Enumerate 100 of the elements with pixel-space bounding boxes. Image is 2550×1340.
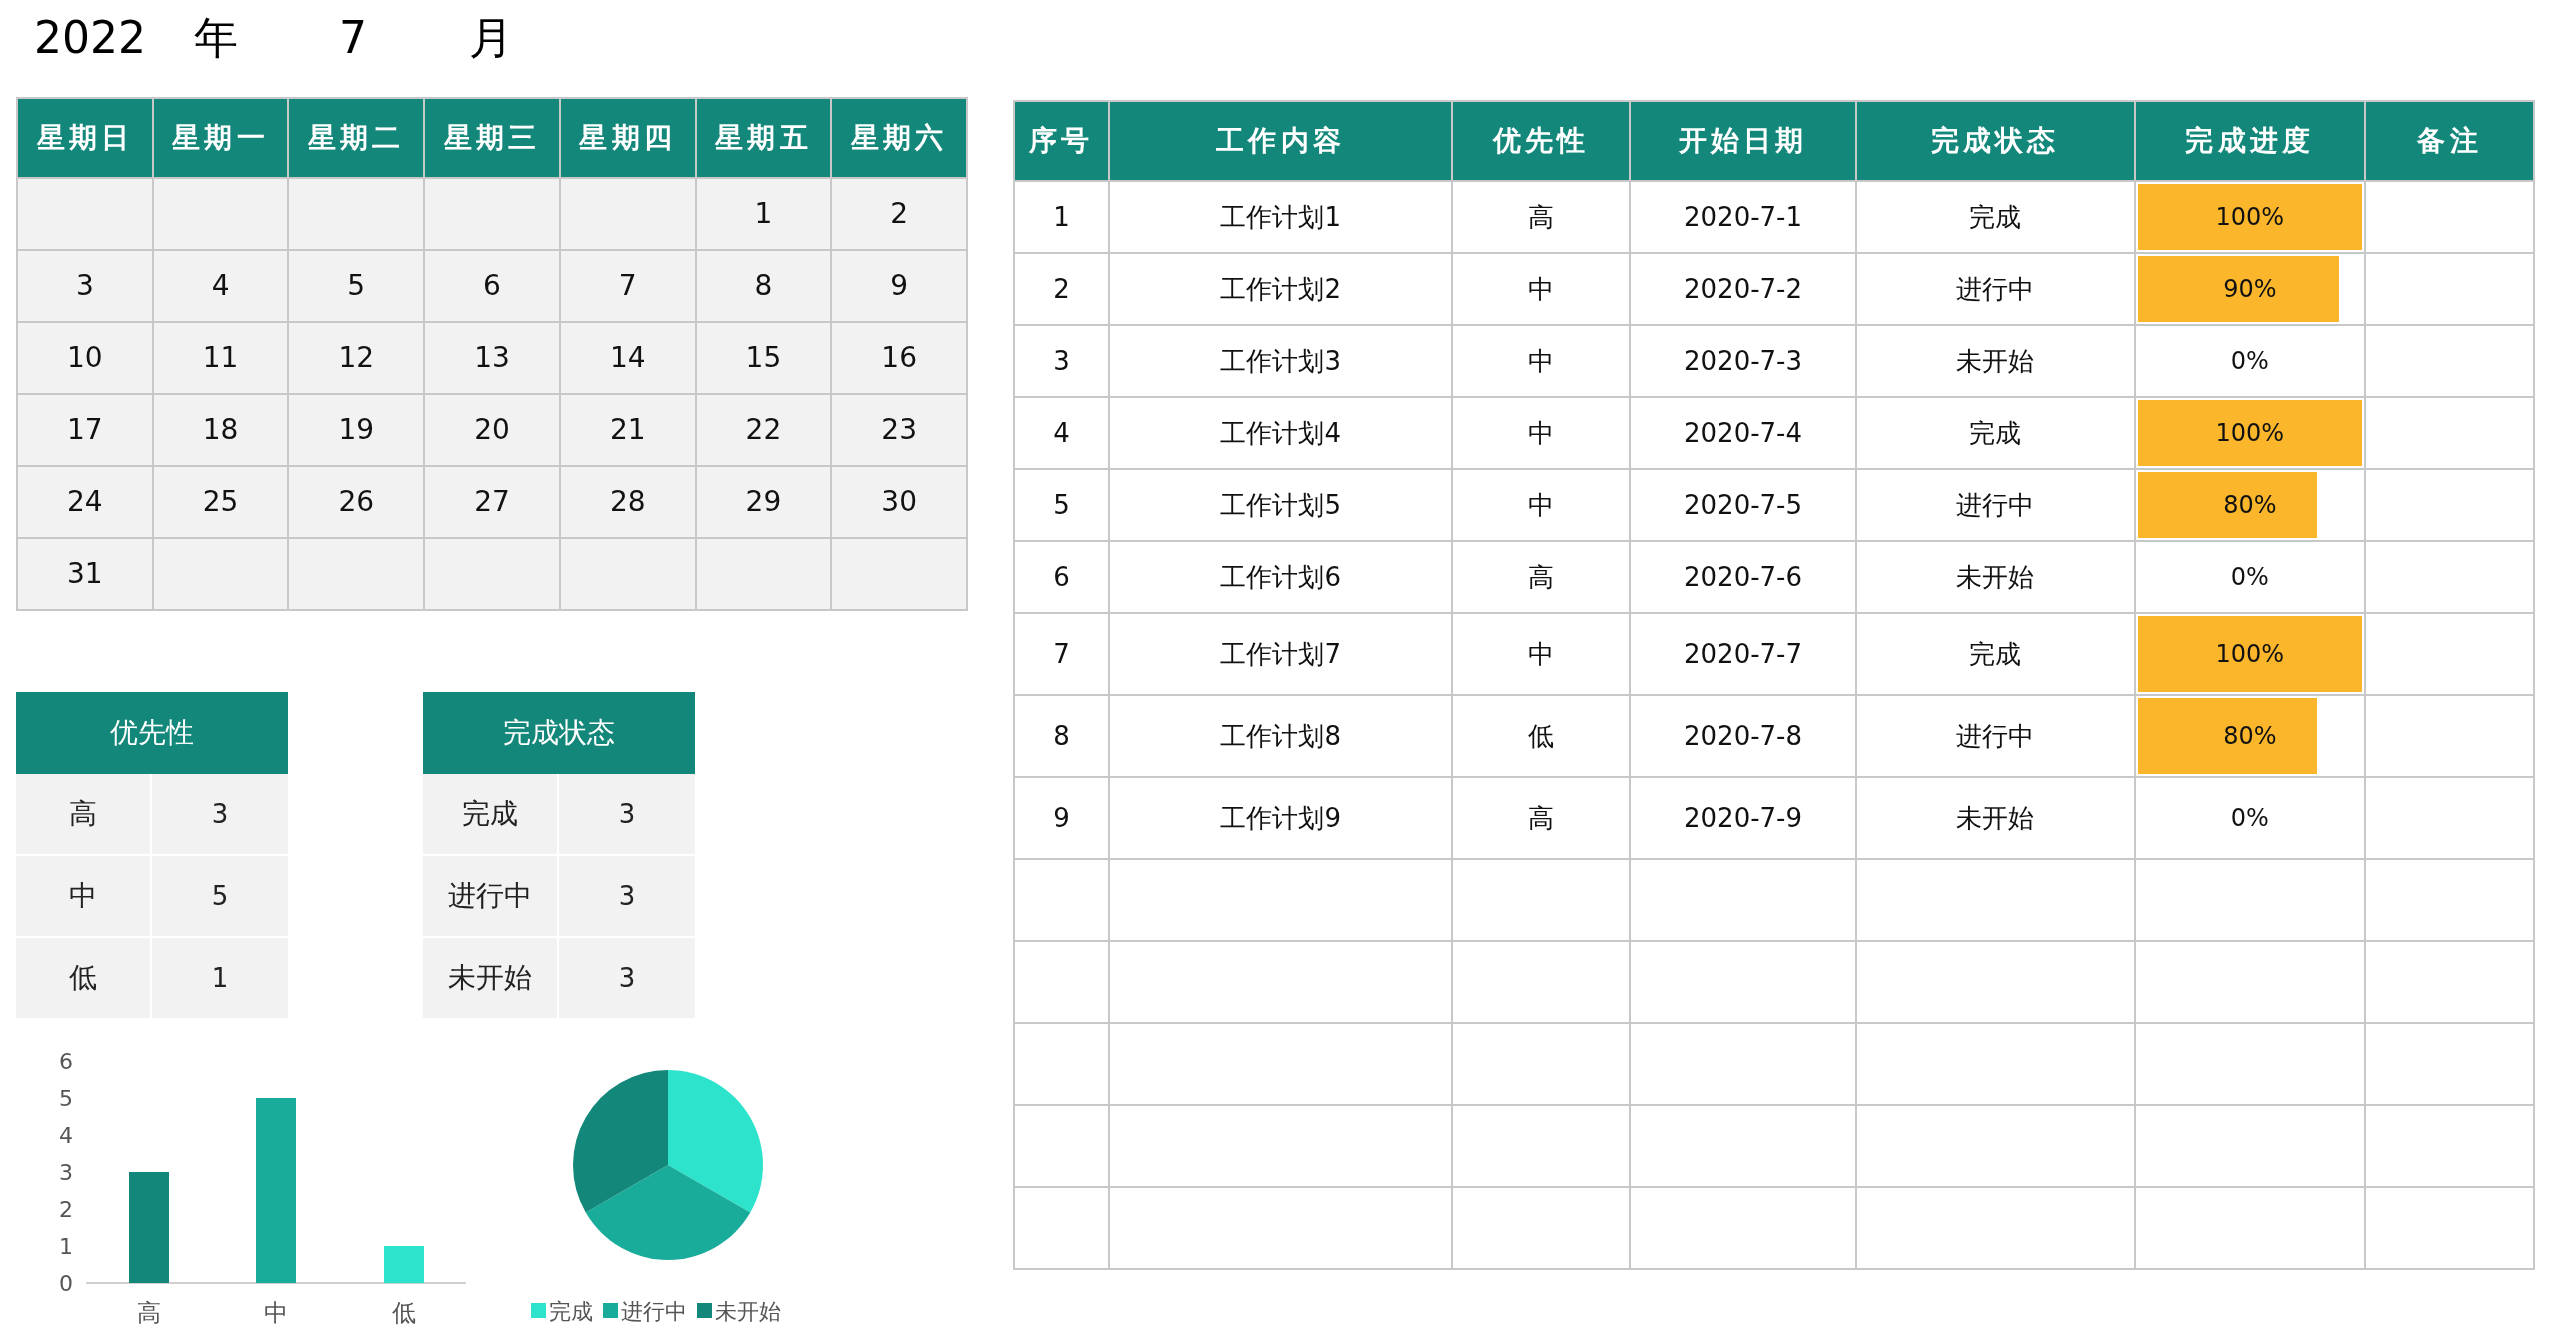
calendar-day: 3	[17, 250, 153, 322]
legend-label: 完成	[549, 1299, 593, 1324]
progress-reading: 80%	[2223, 721, 2277, 752]
calendar-day: 11	[152, 322, 289, 394]
axis-tick-label: 5	[59, 1086, 73, 1111]
month-label: 月	[469, 10, 513, 65]
legend-swatch	[697, 1303, 712, 1318]
table-cell: 完成	[1855, 181, 2135, 253]
column-header: 完成状态	[1855, 101, 2135, 181]
table-cell: 7	[1014, 613, 1109, 695]
legend-label: 未开始	[715, 1299, 781, 1324]
column-header: 优先性	[1452, 101, 1631, 181]
chart-bar	[384, 1246, 424, 1283]
calendar-day: 20	[424, 394, 560, 466]
table-cell: 未开始	[1855, 777, 2135, 859]
table-cell: 2020-7-9	[1630, 777, 1856, 859]
column-header: 完成进度	[2134, 101, 2366, 181]
column-header: 备注	[2365, 101, 2534, 181]
progress-reading: 100%	[2215, 639, 2285, 670]
table-cell: 2020-7-1	[1630, 181, 1856, 253]
progress-reading: 0%	[2230, 346, 2269, 377]
table-cell: 未开始	[1855, 325, 2135, 397]
table-cell: 低	[16, 938, 152, 1018]
table-cell: 工作计划8	[1108, 695, 1453, 777]
table-cell-text: 3	[617, 797, 637, 831]
calendar-day: 22	[695, 394, 832, 466]
table-header: 优先性	[16, 692, 288, 774]
calendar-day: 31	[17, 538, 153, 610]
table-cell: 完成	[423, 774, 559, 854]
axis-category-label: 低	[392, 1299, 416, 1327]
table-cell: 工作计划5	[1108, 469, 1453, 541]
weekday-header: 星期六	[831, 98, 967, 178]
table-cell: 高	[1452, 777, 1631, 859]
table-cell-text: 1	[210, 961, 230, 995]
table-cell: 2020-7-3	[1630, 325, 1856, 397]
axis-tick-label: 2	[59, 1197, 73, 1222]
table-cell: 未开始	[423, 938, 559, 1018]
month-text: 7	[339, 10, 368, 65]
table-cell: 9	[1014, 777, 1109, 859]
weekday-header: 星期二	[288, 98, 425, 178]
table-cell: 高	[1452, 181, 1631, 253]
column-header: 开始日期	[1630, 101, 1856, 181]
calendar-day: 18	[152, 394, 289, 466]
table-cell: 工作计划1	[1108, 181, 1453, 253]
table-cell: 工作计划3	[1108, 325, 1453, 397]
year-text: 2022	[34, 10, 147, 65]
weekday-header: 星期三	[424, 98, 560, 178]
table-cell: 5	[1014, 469, 1109, 541]
calendar-day: 15	[695, 322, 832, 394]
column-header: 序号	[1014, 101, 1109, 181]
progress-reading: 90%	[2223, 274, 2277, 305]
table-cell: 完成	[1855, 613, 2135, 695]
table-cell: 进行中	[1855, 469, 2135, 541]
calendar-day: 23	[831, 394, 967, 466]
table-cell-text: 5	[210, 879, 230, 913]
table-cell: 2020-7-6	[1630, 541, 1856, 613]
table-cell: 中	[1452, 397, 1631, 469]
calendar-day: 29	[695, 466, 832, 538]
calendar-day: 16	[831, 322, 967, 394]
weekday-header: 星期四	[559, 98, 696, 178]
axis-category-label: 高	[137, 1299, 161, 1327]
calendar-day: 19	[288, 394, 425, 466]
axis-tick-label: 4	[59, 1123, 73, 1148]
calendar-day: 6	[424, 250, 560, 322]
calendar-day: 7	[559, 250, 696, 322]
table-cell: 中	[1452, 325, 1631, 397]
progress-reading: 100%	[2215, 418, 2285, 449]
table-cell: 高	[1452, 541, 1631, 613]
table-cell: 工作计划7	[1108, 613, 1453, 695]
table-cell: 工作计划9	[1108, 777, 1453, 859]
table-cell: 2020-7-4	[1630, 397, 1856, 469]
table-cell: 4	[1014, 397, 1109, 469]
calendar-day: 24	[17, 466, 153, 538]
calendar-day: 12	[288, 322, 425, 394]
calendar-day: 13	[424, 322, 560, 394]
calendar-day: 14	[559, 322, 696, 394]
table-cell: 8	[1014, 695, 1109, 777]
calendar-day: 30	[831, 466, 967, 538]
legend-swatch	[531, 1303, 546, 1318]
progress-reading: 100%	[2215, 202, 2285, 233]
table-cell: 进行中	[1855, 253, 2135, 325]
table-cell: 工作计划4	[1108, 397, 1453, 469]
calendar-day: 17	[17, 394, 153, 466]
table-cell: 未开始	[1855, 541, 2135, 613]
table-cell-text: 3	[210, 797, 230, 831]
table-cell: 进行中	[423, 856, 559, 936]
calendar-day: 21	[559, 394, 696, 466]
table-cell: 工作计划2	[1108, 253, 1453, 325]
table-cell: 2020-7-8	[1630, 695, 1856, 777]
table-header: 完成状态	[423, 692, 695, 774]
table-cell: 完成	[1855, 397, 2135, 469]
weekday-header: 星期日	[17, 98, 153, 178]
axis-tick-label: 6	[59, 1049, 73, 1074]
calendar-day: 25	[152, 466, 289, 538]
legend-swatch	[603, 1303, 618, 1318]
table-cell: 2020-7-2	[1630, 253, 1856, 325]
column-header: 工作内容	[1108, 101, 1453, 181]
legend-label: 进行中	[621, 1299, 687, 1324]
progress-reading: 0%	[2230, 562, 2269, 593]
table-cell: 中	[1452, 253, 1631, 325]
